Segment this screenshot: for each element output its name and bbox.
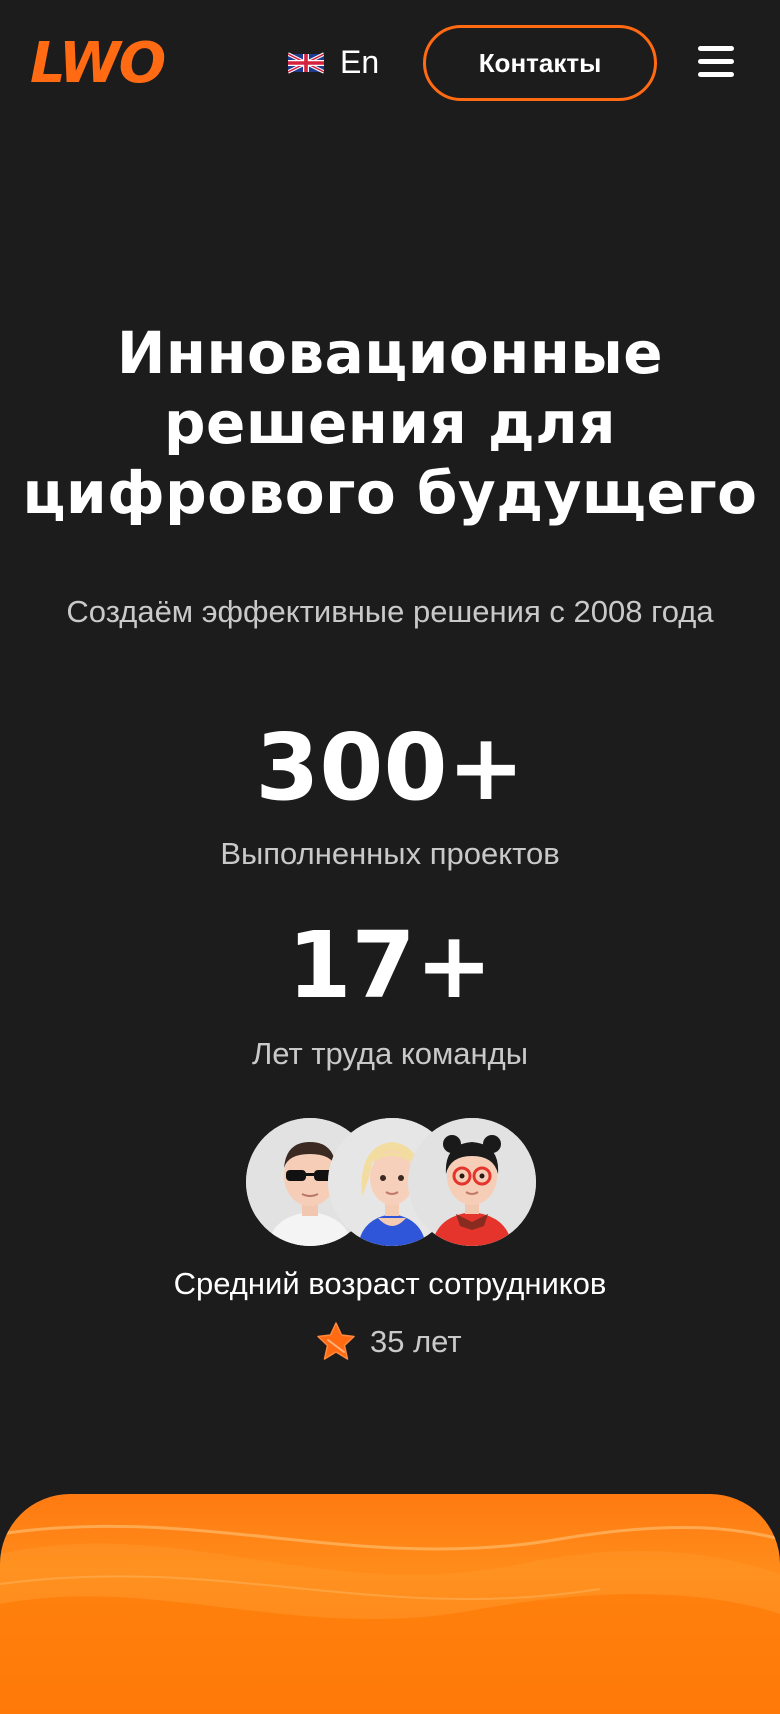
stat-years-value: 17+	[287, 912, 493, 1019]
average-age: 35 лет	[314, 1320, 462, 1364]
stat-projects-value: 300+	[255, 714, 525, 821]
orange-wave-panel	[0, 1494, 780, 1714]
stat-years-label: Лет труда команды	[251, 1036, 529, 1071]
logo[interactable]: LWO	[30, 32, 166, 96]
language-label: En	[340, 44, 380, 80]
stat-projects-label: Выполненных проектов	[220, 836, 560, 871]
average-age-value: 35 лет	[370, 1324, 462, 1359]
language-switcher[interactable]: En	[288, 44, 379, 81]
star-icon	[317, 1322, 355, 1360]
avatar	[408, 1118, 536, 1246]
hero-title-line: решения для	[164, 389, 616, 457]
hero-title: Инновационные решения для цифрового буду…	[20, 318, 760, 528]
hero-title-line: Инновационные	[116, 319, 664, 387]
contacts-button[interactable]: Контакты	[423, 25, 657, 101]
menu-icon[interactable]	[698, 46, 734, 78]
hero-title-line: цифрового будущего	[22, 459, 758, 527]
team-avatars	[246, 1118, 536, 1246]
site-header: LWO En Контакты	[0, 0, 780, 130]
uk-flag-icon	[288, 51, 324, 74]
hero-subtitle: Создаём эффективные решения с 2008 года	[66, 594, 714, 629]
average-age-label: Средний возраст сотрудников	[173, 1266, 607, 1301]
